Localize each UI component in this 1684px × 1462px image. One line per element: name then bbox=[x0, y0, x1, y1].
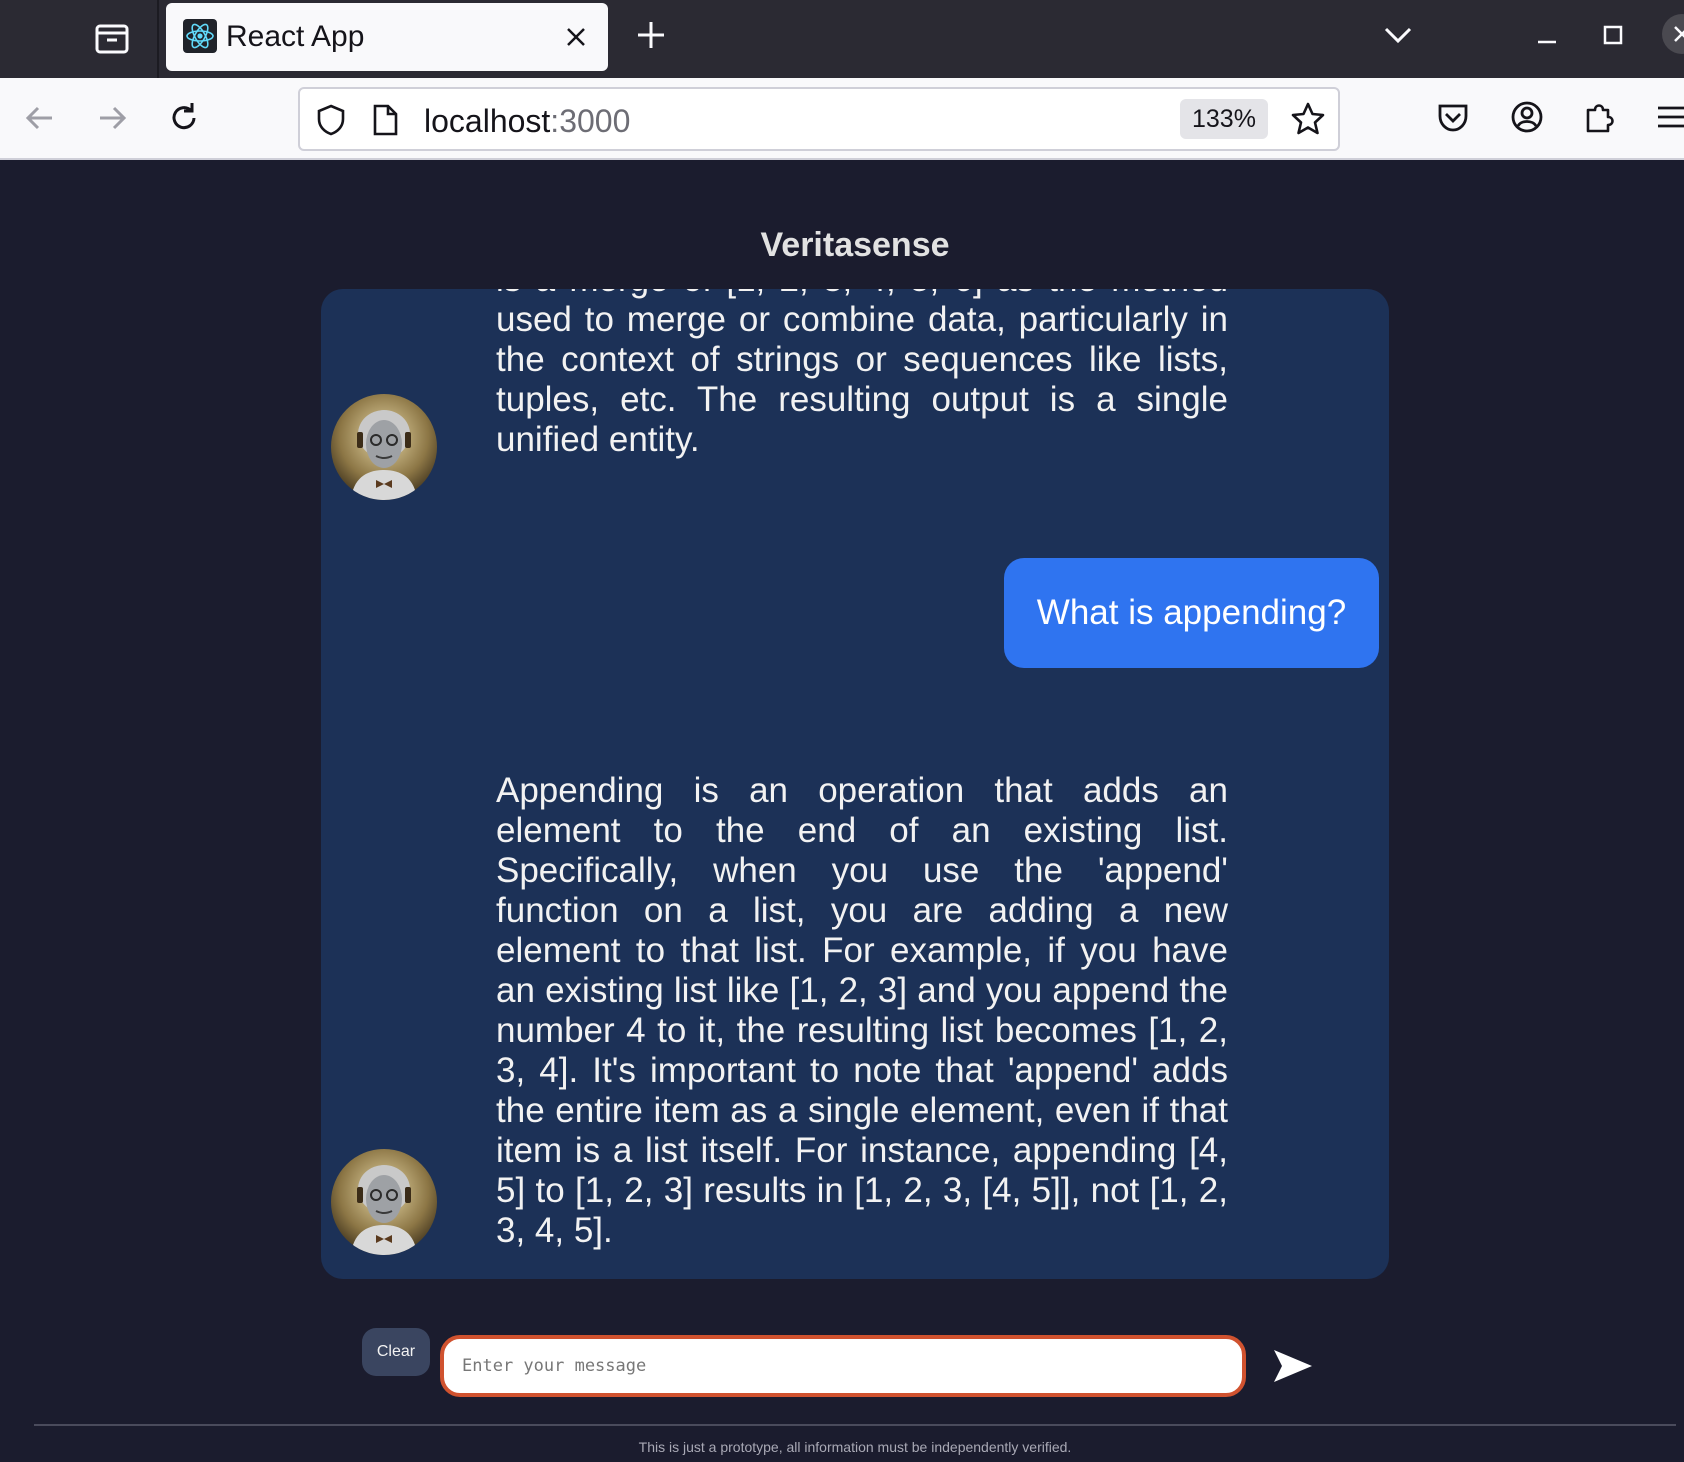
reload-icon[interactable] bbox=[164, 98, 204, 138]
pocket-icon[interactable] bbox=[1434, 98, 1472, 136]
account-icon[interactable] bbox=[1508, 98, 1546, 136]
minimize-icon[interactable] bbox=[1532, 20, 1562, 50]
bot-avatar-portrait-icon bbox=[331, 394, 437, 500]
bookmark-star-icon[interactable] bbox=[1290, 101, 1326, 137]
bot-avatar-portrait-icon bbox=[331, 1149, 437, 1255]
close-window-button[interactable] bbox=[1662, 14, 1684, 54]
close-window-icon bbox=[1674, 26, 1684, 42]
firefox-view-icon[interactable] bbox=[92, 18, 132, 58]
new-tab-icon[interactable] bbox=[634, 18, 668, 52]
tracking-protection-shield-icon[interactable] bbox=[314, 103, 348, 137]
chat-window[interactable]: is a merge of [1, 2, 3, 4, 5, 6] as the … bbox=[321, 289, 1389, 1279]
forward-arrow-icon[interactable] bbox=[92, 98, 132, 138]
close-tab-icon[interactable] bbox=[560, 21, 592, 53]
bot-message: Appending is an operation that adds an e… bbox=[496, 771, 1228, 1250]
zoom-level-badge[interactable]: 133% bbox=[1180, 99, 1268, 139]
address-bar[interactable]: localhost:3000 133% bbox=[298, 87, 1340, 151]
footer-divider bbox=[34, 1424, 1676, 1426]
footer-disclaimer: This is just a prototype, all informatio… bbox=[638, 1439, 1072, 1455]
tab-react-app[interactable]: React App bbox=[166, 3, 608, 71]
react-logo-icon bbox=[183, 19, 217, 53]
page-info-icon[interactable] bbox=[370, 103, 400, 137]
url-text: localhost:3000 bbox=[424, 103, 630, 140]
message-input[interactable] bbox=[440, 1335, 1246, 1397]
back-arrow-icon[interactable] bbox=[20, 98, 60, 138]
user-message-bubble: What is appending? bbox=[1004, 558, 1379, 668]
bot-avatar bbox=[331, 394, 437, 500]
menu-hamburger-icon[interactable] bbox=[1652, 98, 1684, 136]
chevron-down-icon[interactable] bbox=[1380, 20, 1416, 50]
send-icon[interactable] bbox=[1272, 1348, 1314, 1384]
bot-avatar bbox=[331, 1149, 437, 1255]
maximize-icon[interactable] bbox=[1598, 20, 1628, 50]
extensions-icon[interactable] bbox=[1580, 98, 1618, 136]
clear-button[interactable]: Clear bbox=[362, 1328, 430, 1376]
tab-title: React App bbox=[226, 20, 365, 53]
tab-separator bbox=[157, 0, 159, 78]
bot-message: is a merge of [1, 2, 3, 4, 5, 6] as the … bbox=[496, 289, 1228, 459]
browser-nav-bar: localhost:3000 133% bbox=[0, 78, 1684, 160]
app-title: Veritasense bbox=[760, 226, 950, 264]
url-host: localhost bbox=[424, 103, 551, 139]
browser-tab-bar: React App bbox=[0, 0, 1684, 78]
url-port: :3000 bbox=[550, 103, 631, 139]
